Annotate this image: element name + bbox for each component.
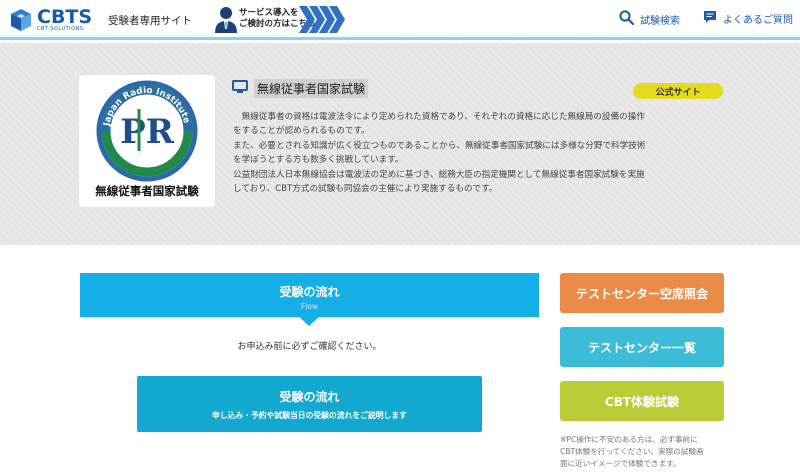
exam-title-row: 無線従事者国家試験 — [232, 79, 369, 98]
note-line: CBT体験を行ってください。実際の試験画 — [560, 447, 704, 456]
exam-flow-button[interactable]: 受験の流れ 申し込み・予約や試験当日の受験の流れをご説明します — [137, 376, 482, 432]
speech-bubble-icon — [703, 10, 717, 27]
flow-subtitle: Flow — [300, 302, 319, 311]
business-person-icon — [213, 5, 239, 34]
site-header: CBTS CBT-SOLUTIONS 受験者専用サイト サービス導入を ご検討の… — [0, 0, 800, 40]
cbts-logo[interactable]: CBTS CBT-SOLUTIONS — [9, 6, 92, 34]
japan-radio-institute-logo: Japan Radio Institute PR — [96, 80, 198, 182]
monitor-icon — [232, 79, 248, 98]
exam-description: 無線従事者の資格は電波法令により定められた資格であり、それぞれの資格に応じた無線… — [233, 110, 728, 196]
chevron-right-icon — [299, 6, 345, 33]
official-site-badge[interactable]: 公式サイト — [633, 83, 723, 99]
nav-faq-label: よくあるご質問 — [723, 15, 793, 26]
test-center-availability-button[interactable]: テストセンター空席照会 — [560, 273, 724, 313]
cbt-trial-note: ※PC操作に不安のある方は、必ず事前に CBT体験を行ってください。実際の試験画… — [560, 434, 740, 470]
test-center-list-button[interactable]: テストセンター一覧 — [560, 327, 724, 367]
description-line: 無線従事者の資格は電波法令により定められた資格であり、それぞれの資格に応じた無線… — [233, 112, 645, 122]
exam-flow-button-title: 受験の流れ — [279, 390, 340, 404]
exam-logo-card: Japan Radio Institute PR 無線従事者国家試験 — [79, 75, 215, 207]
description-line: また、必要とされる知識が広く役立つものであることから、無線従事者国家試験には多様… — [233, 140, 646, 151]
flow-title: 受験の流れ — [279, 285, 340, 299]
description-line: をすることが認められるものです。 — [233, 126, 370, 137]
nav-faq[interactable]: よくあるご質問 — [703, 10, 793, 27]
description-line: しており、CBT方式の試験も同協会の主催により実施するものです。 — [233, 184, 498, 195]
flow-section-header: 受験の流れ Flow — [80, 273, 539, 317]
note-line: 面に近いイメージで体験できます。 — [560, 459, 681, 468]
nav-exam-search[interactable]: 試験検索 — [619, 10, 680, 28]
down-pointer-icon — [298, 316, 320, 326]
exam-flow-button-subtitle: 申し込み・予約や試験当日の受験の流れをご説明します — [212, 411, 407, 420]
description-line: を学ぼうとする方も数多く挑戦しています。 — [233, 155, 404, 166]
cube-logo-icon — [9, 8, 33, 32]
logo-subtitle: CBT-SOLUTIONS — [37, 25, 84, 32]
exam-title: 無線従事者国家試験 — [254, 79, 369, 98]
nav-exam-search-label: 試験検索 — [640, 15, 680, 27]
service-intro-banner[interactable]: サービス導入を ご検討の方はこちら — [213, 5, 345, 34]
logo-monogram: PR — [120, 112, 175, 152]
site-label: 受験者専用サイト — [108, 15, 192, 27]
search-icon — [619, 10, 635, 28]
confirm-notice: お申込み前に必ずご確認ください。 — [237, 342, 382, 352]
note-line: ※PC操作に不安のある方は、必ず事前に — [560, 435, 698, 444]
cbt-trial-exam-button[interactable]: CBT体験試験 — [560, 381, 724, 421]
logo-wordmark: CBTS — [37, 5, 93, 28]
logo-caption: 無線従事者国家試験 — [95, 184, 199, 198]
description-line: 公益財団法人日本無線協会は電波法の定めに基づき、総務大臣の指定機関として無線従事… — [233, 169, 645, 180]
